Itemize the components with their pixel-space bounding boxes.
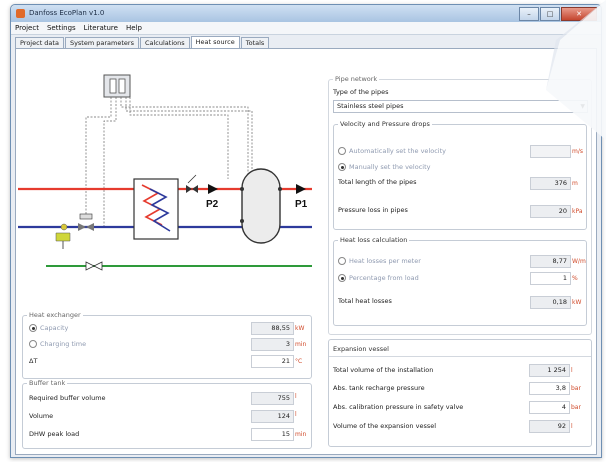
system-diagram: P2 P1 (18, 74, 312, 271)
window-title: Danfoss EcoPlan v1.0 (29, 9, 105, 17)
app-icon (16, 9, 25, 18)
installation-volume-unit: l (571, 367, 573, 374)
total-losses-label: Total heat losses (338, 297, 392, 305)
volume-value: 124 (251, 410, 294, 423)
per-meter-value: 8,77 (530, 255, 571, 268)
pressure-loss-unit: kPa (572, 208, 583, 215)
menu-literature[interactable]: Literature (80, 22, 122, 34)
pipe-network-legend: Pipe network (333, 75, 380, 83)
heat-exchanger-group: Heat exchanger Capacity 88,55 kW Chargin… (22, 311, 312, 379)
expansion-legend: Expansion vessel (333, 345, 389, 353)
per-meter-unit: W/m (572, 258, 586, 265)
recharge-pressure-value[interactable]: 3,8 (529, 382, 570, 395)
installation-volume-value: 1 254 (529, 364, 570, 377)
pump-p1-symbol (296, 184, 306, 194)
tab-content: P2 P1 Heat exchanger Capacity 88,55 kW C… (15, 48, 597, 455)
page-curl-decoration (546, 0, 606, 140)
per-meter-label: Heat losses per meter (349, 257, 421, 265)
check-valve (85, 261, 103, 271)
required-volume-unit: l (295, 393, 297, 400)
expansion-divider (329, 356, 591, 357)
tab-strip: Project data System parameters Calculation… (15, 36, 270, 49)
buffer-tank-legend: Buffer tank (27, 379, 68, 387)
minimize-button[interactable]: – (519, 7, 539, 21)
percentage-unit: % (572, 275, 578, 282)
per-meter-radio[interactable] (338, 257, 346, 265)
title-bar: Danfoss EcoPlan v1.0 – □ ✕ (11, 5, 601, 22)
percentage-label: Percentage from load (349, 274, 419, 282)
velocity-legend: Velocity and Pressure drops (338, 120, 432, 128)
pipe-length-label: Total length of the pipes (338, 178, 417, 186)
percentage-radio[interactable] (338, 274, 346, 282)
pressure-loss-value: 20 (530, 205, 571, 218)
pressure-loss-label: Pressure loss in pipes (338, 206, 408, 214)
auto-velocity-radio[interactable] (338, 147, 346, 155)
percentage-value[interactable]: 1 (530, 272, 571, 285)
velocity-unit: m/s (572, 148, 583, 155)
manual-velocity-radio[interactable] (338, 163, 346, 171)
menu-settings[interactable]: Settings (43, 22, 80, 34)
manual-velocity-option[interactable]: Manually set the velocity (338, 163, 430, 171)
dt-value[interactable]: 21 (251, 355, 294, 368)
heat-exchanger-legend: Heat exchanger (27, 311, 83, 319)
dt-label: ΔT (29, 357, 38, 365)
charging-time-value[interactable]: 3 (251, 338, 294, 351)
total-losses-unit: kW (572, 299, 582, 306)
control-valve (186, 174, 198, 193)
percentage-option[interactable]: Percentage from load (338, 274, 419, 282)
required-volume-label: Required buffer volume (29, 394, 106, 402)
pipe-length-unit: m (572, 180, 578, 187)
capacity-value: 88,55 (251, 322, 294, 335)
capacity-label: Capacity (40, 324, 69, 332)
installation-volume-label: Total volume of the installation (333, 366, 434, 374)
peak-load-label: DHW peak load (29, 430, 80, 438)
menu-help[interactable]: Help (122, 22, 146, 34)
pipe-length-value: 376 (530, 177, 571, 190)
expansion-vessel-group: Expansion vessel Total volume of the ins… (328, 339, 592, 447)
buffer-tank-symbol (240, 168, 282, 244)
vessel-volume-label: Volume of the expansion vessel (333, 422, 437, 430)
charging-time-label: Charging time (40, 340, 87, 348)
pump-p2-symbol (208, 184, 218, 194)
heat-exchanger-symbol (133, 178, 179, 240)
app-window: Danfoss EcoPlan v1.0 – □ ✕ Project Settings… (10, 4, 602, 458)
pipe-type-value: Stainless steel pipes (337, 102, 404, 110)
recharge-pressure-label: Abs. tank recharge pressure (333, 384, 425, 392)
capacity-radio[interactable] (29, 324, 37, 332)
peak-load-value[interactable]: 15 (251, 428, 294, 441)
menu-project[interactable]: Project (11, 22, 43, 34)
vessel-volume-value: 92 (529, 420, 570, 433)
calibration-pressure-label: Abs. calibration pressure in safety valv… (333, 403, 464, 411)
auto-velocity-label: Automatically set the velocity (349, 147, 446, 155)
required-volume-value: 755 (251, 392, 294, 405)
menu-bar: Project Settings Literature Help (11, 22, 601, 35)
volume-label: Volume (29, 412, 54, 420)
capacity-option[interactable]: Capacity (29, 324, 68, 332)
per-meter-option[interactable]: Heat losses per meter (338, 257, 421, 265)
manual-velocity-label: Manually set the velocity (349, 163, 431, 171)
heat-loss-legend: Heat loss calculation (338, 236, 410, 244)
buffer-tank-group: Buffer tank Required buffer volume 755 l… (22, 379, 312, 449)
auto-velocity-option[interactable]: Automatically set the velocity (338, 147, 446, 155)
calibration-pressure-value[interactable]: 4 (529, 401, 570, 414)
pump-p2-label: P2 (206, 199, 219, 210)
capacity-unit: kW (295, 325, 305, 332)
charging-time-option[interactable]: Charging time (29, 340, 86, 348)
heat-loss-group: Heat loss calculation Heat losses per me… (333, 236, 587, 326)
dt-unit: °C (295, 358, 303, 365)
charging-time-unit: min (295, 341, 307, 348)
thermostatic-valve (55, 213, 94, 249)
vessel-volume-unit: l (571, 423, 573, 430)
controller-box (103, 74, 131, 98)
calibration-pressure-unit: bar (571, 404, 581, 411)
volume-unit: l (295, 411, 297, 418)
pipe-type-label: Type of the pipes (333, 88, 389, 96)
pump-p1-label: P1 (295, 199, 308, 210)
velocity-value[interactable] (530, 145, 571, 158)
total-losses-value: 0,18 (530, 296, 571, 309)
recharge-pressure-unit: bar (571, 385, 581, 392)
peak-load-unit: min (295, 431, 307, 438)
charging-time-radio[interactable] (29, 340, 37, 348)
